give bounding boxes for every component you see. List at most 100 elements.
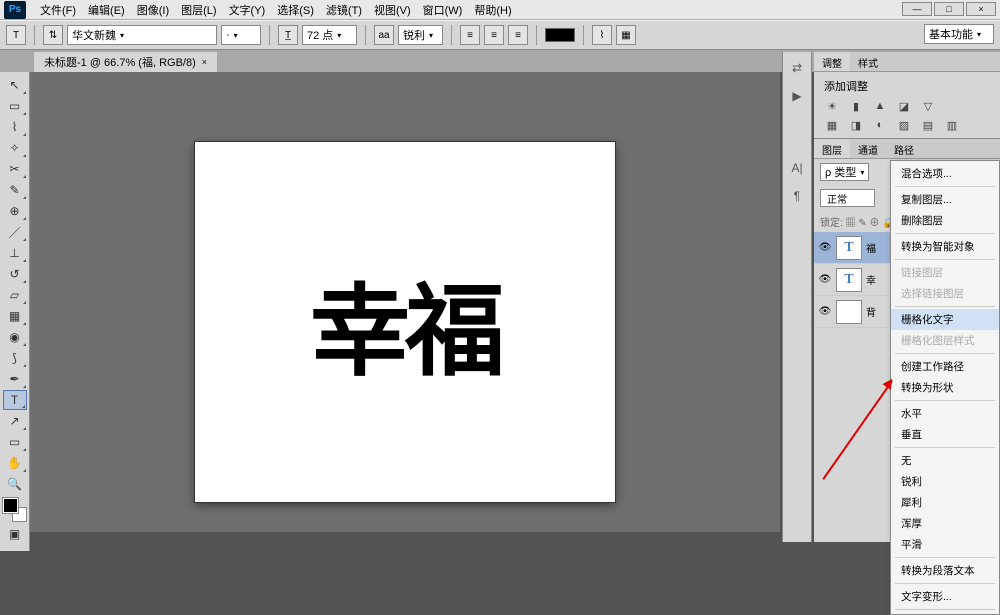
type-tool[interactable]: T <box>3 390 27 410</box>
adj-invert-icon[interactable]: ▥ <box>944 118 960 132</box>
hand-tool[interactable]: ✋ <box>3 453 27 473</box>
warp-text-button[interactable]: ⌇ <box>592 25 612 45</box>
zoom-tool[interactable]: 🔍 <box>3 474 27 494</box>
blur-tool[interactable]: ◉ <box>3 327 27 347</box>
document-close-icon[interactable]: × <box>202 57 207 67</box>
ctx-item[interactable]: 转换为形状 <box>891 377 999 398</box>
color-swatches[interactable] <box>3 498 27 522</box>
layers-tab[interactable]: 图层 <box>814 139 850 158</box>
ctx-item[interactable]: 垂直 <box>891 424 999 445</box>
paths-tab[interactable]: 路径 <box>886 139 922 158</box>
shape-tool[interactable]: ▭ <box>3 432 27 452</box>
layer-filter-dropdown[interactable]: ρ 类型▾ <box>820 163 869 181</box>
adj-photo-icon[interactable]: ◐ <box>872 118 888 132</box>
align-left-button[interactable]: ≡ <box>460 25 480 45</box>
canvas[interactable]: 幸福 <box>195 142 615 502</box>
adj-brightness-icon[interactable]: ☀ <box>824 99 840 113</box>
menu-view[interactable]: 视图(V) <box>368 0 417 20</box>
tool-preset[interactable]: T <box>6 25 26 45</box>
menu-type[interactable]: 文字(Y) <box>223 0 272 20</box>
visibility-icon[interactable]: 👁 <box>818 242 832 253</box>
ctx-item[interactable]: 栅格化文字 <box>891 309 999 330</box>
ctx-item[interactable]: 平滑 <box>891 534 999 555</box>
layer-context-menu: 混合选项...复制图层...删除图层转换为智能对象链接图层选择链接图层栅格化文字… <box>890 160 1000 615</box>
dodge-tool[interactable]: ⟆ <box>3 348 27 368</box>
menu-image[interactable]: 图像(I) <box>131 0 175 20</box>
para-icon[interactable]: ¶ <box>785 184 809 208</box>
aa-dropdown[interactable]: 锐利▾ <box>398 25 443 45</box>
char-icon[interactable]: A| <box>785 156 809 180</box>
text-color-swatch[interactable] <box>545 28 575 42</box>
menu-filter[interactable]: 滤镜(T) <box>320 0 368 20</box>
blend-mode-dropdown[interactable]: 正常 <box>820 189 875 207</box>
visibility-icon[interactable]: 👁 <box>818 274 832 285</box>
minimize-button[interactable]: — <box>902 2 932 16</box>
styles-tab[interactable]: 样式 <box>850 52 886 71</box>
eyedropper-tool[interactable]: ✎ <box>3 180 27 200</box>
ctx-item[interactable]: 文字变形... <box>891 586 999 607</box>
adjustments-title: 添加调整 <box>824 78 990 94</box>
visibility-icon[interactable]: 👁 <box>818 306 832 317</box>
ctx-item[interactable]: 犀利 <box>891 492 999 513</box>
actions-icon[interactable]: ▶ <box>785 84 809 108</box>
collapsed-panels: ⇄ ▶ A| ¶ <box>782 52 812 542</box>
healing-tool[interactable]: ⊕ <box>3 201 27 221</box>
ctx-item[interactable]: 无 <box>891 450 999 471</box>
menu-edit[interactable]: 编辑(E) <box>82 0 131 20</box>
font-family-dropdown[interactable]: 华文新魏▾ <box>67 25 217 45</box>
layer-thumb[interactable]: T <box>836 236 862 260</box>
adj-vibrance-icon[interactable]: ▽ <box>920 99 936 113</box>
eraser-tool[interactable]: ▱ <box>3 285 27 305</box>
document-tab[interactable]: 未标题-1 @ 66.7% (福, RGB/8) × <box>34 52 217 72</box>
stamp-tool[interactable]: ⊥ <box>3 243 27 263</box>
layer-thumb[interactable] <box>836 300 862 324</box>
ctx-item[interactable]: 创建工作路径 <box>891 356 999 377</box>
gradient-tool[interactable]: ▦ <box>3 306 27 326</box>
align-center-button[interactable]: ≡ <box>484 25 504 45</box>
wand-tool[interactable]: ✧ <box>3 138 27 158</box>
menu-select[interactable]: 选择(S) <box>271 0 320 20</box>
fg-color-swatch[interactable] <box>3 498 18 513</box>
ctx-item[interactable]: 转换为智能对象 <box>891 236 999 257</box>
font-style-dropdown[interactable]: ·▾ <box>221 25 261 45</box>
font-size-dropdown[interactable]: 72 点▾ <box>302 25 357 45</box>
history-icon[interactable]: ⇄ <box>785 56 809 80</box>
align-right-button[interactable]: ≡ <box>508 25 528 45</box>
canvas-area[interactable]: 幸福 <box>30 72 780 532</box>
ctx-item[interactable]: 复制图层... <box>891 189 999 210</box>
menu-help[interactable]: 帮助(H) <box>468 0 517 20</box>
crop-tool[interactable]: ✂ <box>3 159 27 179</box>
ctx-item[interactable]: 水平 <box>891 403 999 424</box>
adj-exposure-icon[interactable]: ◪ <box>896 99 912 113</box>
ctx-item[interactable]: 转换为段落文本 <box>891 560 999 581</box>
brush-tool[interactable]: ／ <box>3 222 27 242</box>
quickmask-button[interactable]: ▣ <box>3 524 27 544</box>
ctx-item[interactable]: 混合选项... <box>891 163 999 184</box>
maximize-button[interactable]: □ <box>934 2 964 16</box>
ctx-item[interactable]: 锐利 <box>891 471 999 492</box>
adj-hue-icon[interactable]: ▦ <box>824 118 840 132</box>
menu-file[interactable]: 文件(F) <box>34 0 82 20</box>
ctx-item[interactable]: 浑厚 <box>891 513 999 534</box>
menu-window[interactable]: 窗口(W) <box>417 0 469 20</box>
ctx-item[interactable]: 删除图层 <box>891 210 999 231</box>
menu-layer[interactable]: 图层(L) <box>175 0 222 20</box>
adj-levels-icon[interactable]: ▮ <box>848 99 864 113</box>
channels-tab[interactable]: 通道 <box>850 139 886 158</box>
adj-curves-icon[interactable]: ▲ <box>872 99 888 113</box>
lasso-tool[interactable]: ⌇ <box>3 117 27 137</box>
adjustments-tab[interactable]: 调整 <box>814 52 850 71</box>
text-orientation-button[interactable]: ⇅ <box>43 25 63 45</box>
workspace-dropdown[interactable]: 基本功能▾ <box>924 24 994 44</box>
layer-thumb[interactable]: T <box>836 268 862 292</box>
adj-lookup-icon[interactable]: ▤ <box>920 118 936 132</box>
pen-tool[interactable]: ✒ <box>3 369 27 389</box>
marquee-tool[interactable]: ▭ <box>3 96 27 116</box>
history-brush-tool[interactable]: ↺ <box>3 264 27 284</box>
char-panel-button[interactable]: ▦ <box>616 25 636 45</box>
path-select-tool[interactable]: ↗ <box>3 411 27 431</box>
close-button[interactable]: × <box>966 2 996 16</box>
adj-bw-icon[interactable]: ◨ <box>848 118 864 132</box>
adj-mixer-icon[interactable]: ▨ <box>896 118 912 132</box>
move-tool[interactable]: ↖ <box>3 75 27 95</box>
